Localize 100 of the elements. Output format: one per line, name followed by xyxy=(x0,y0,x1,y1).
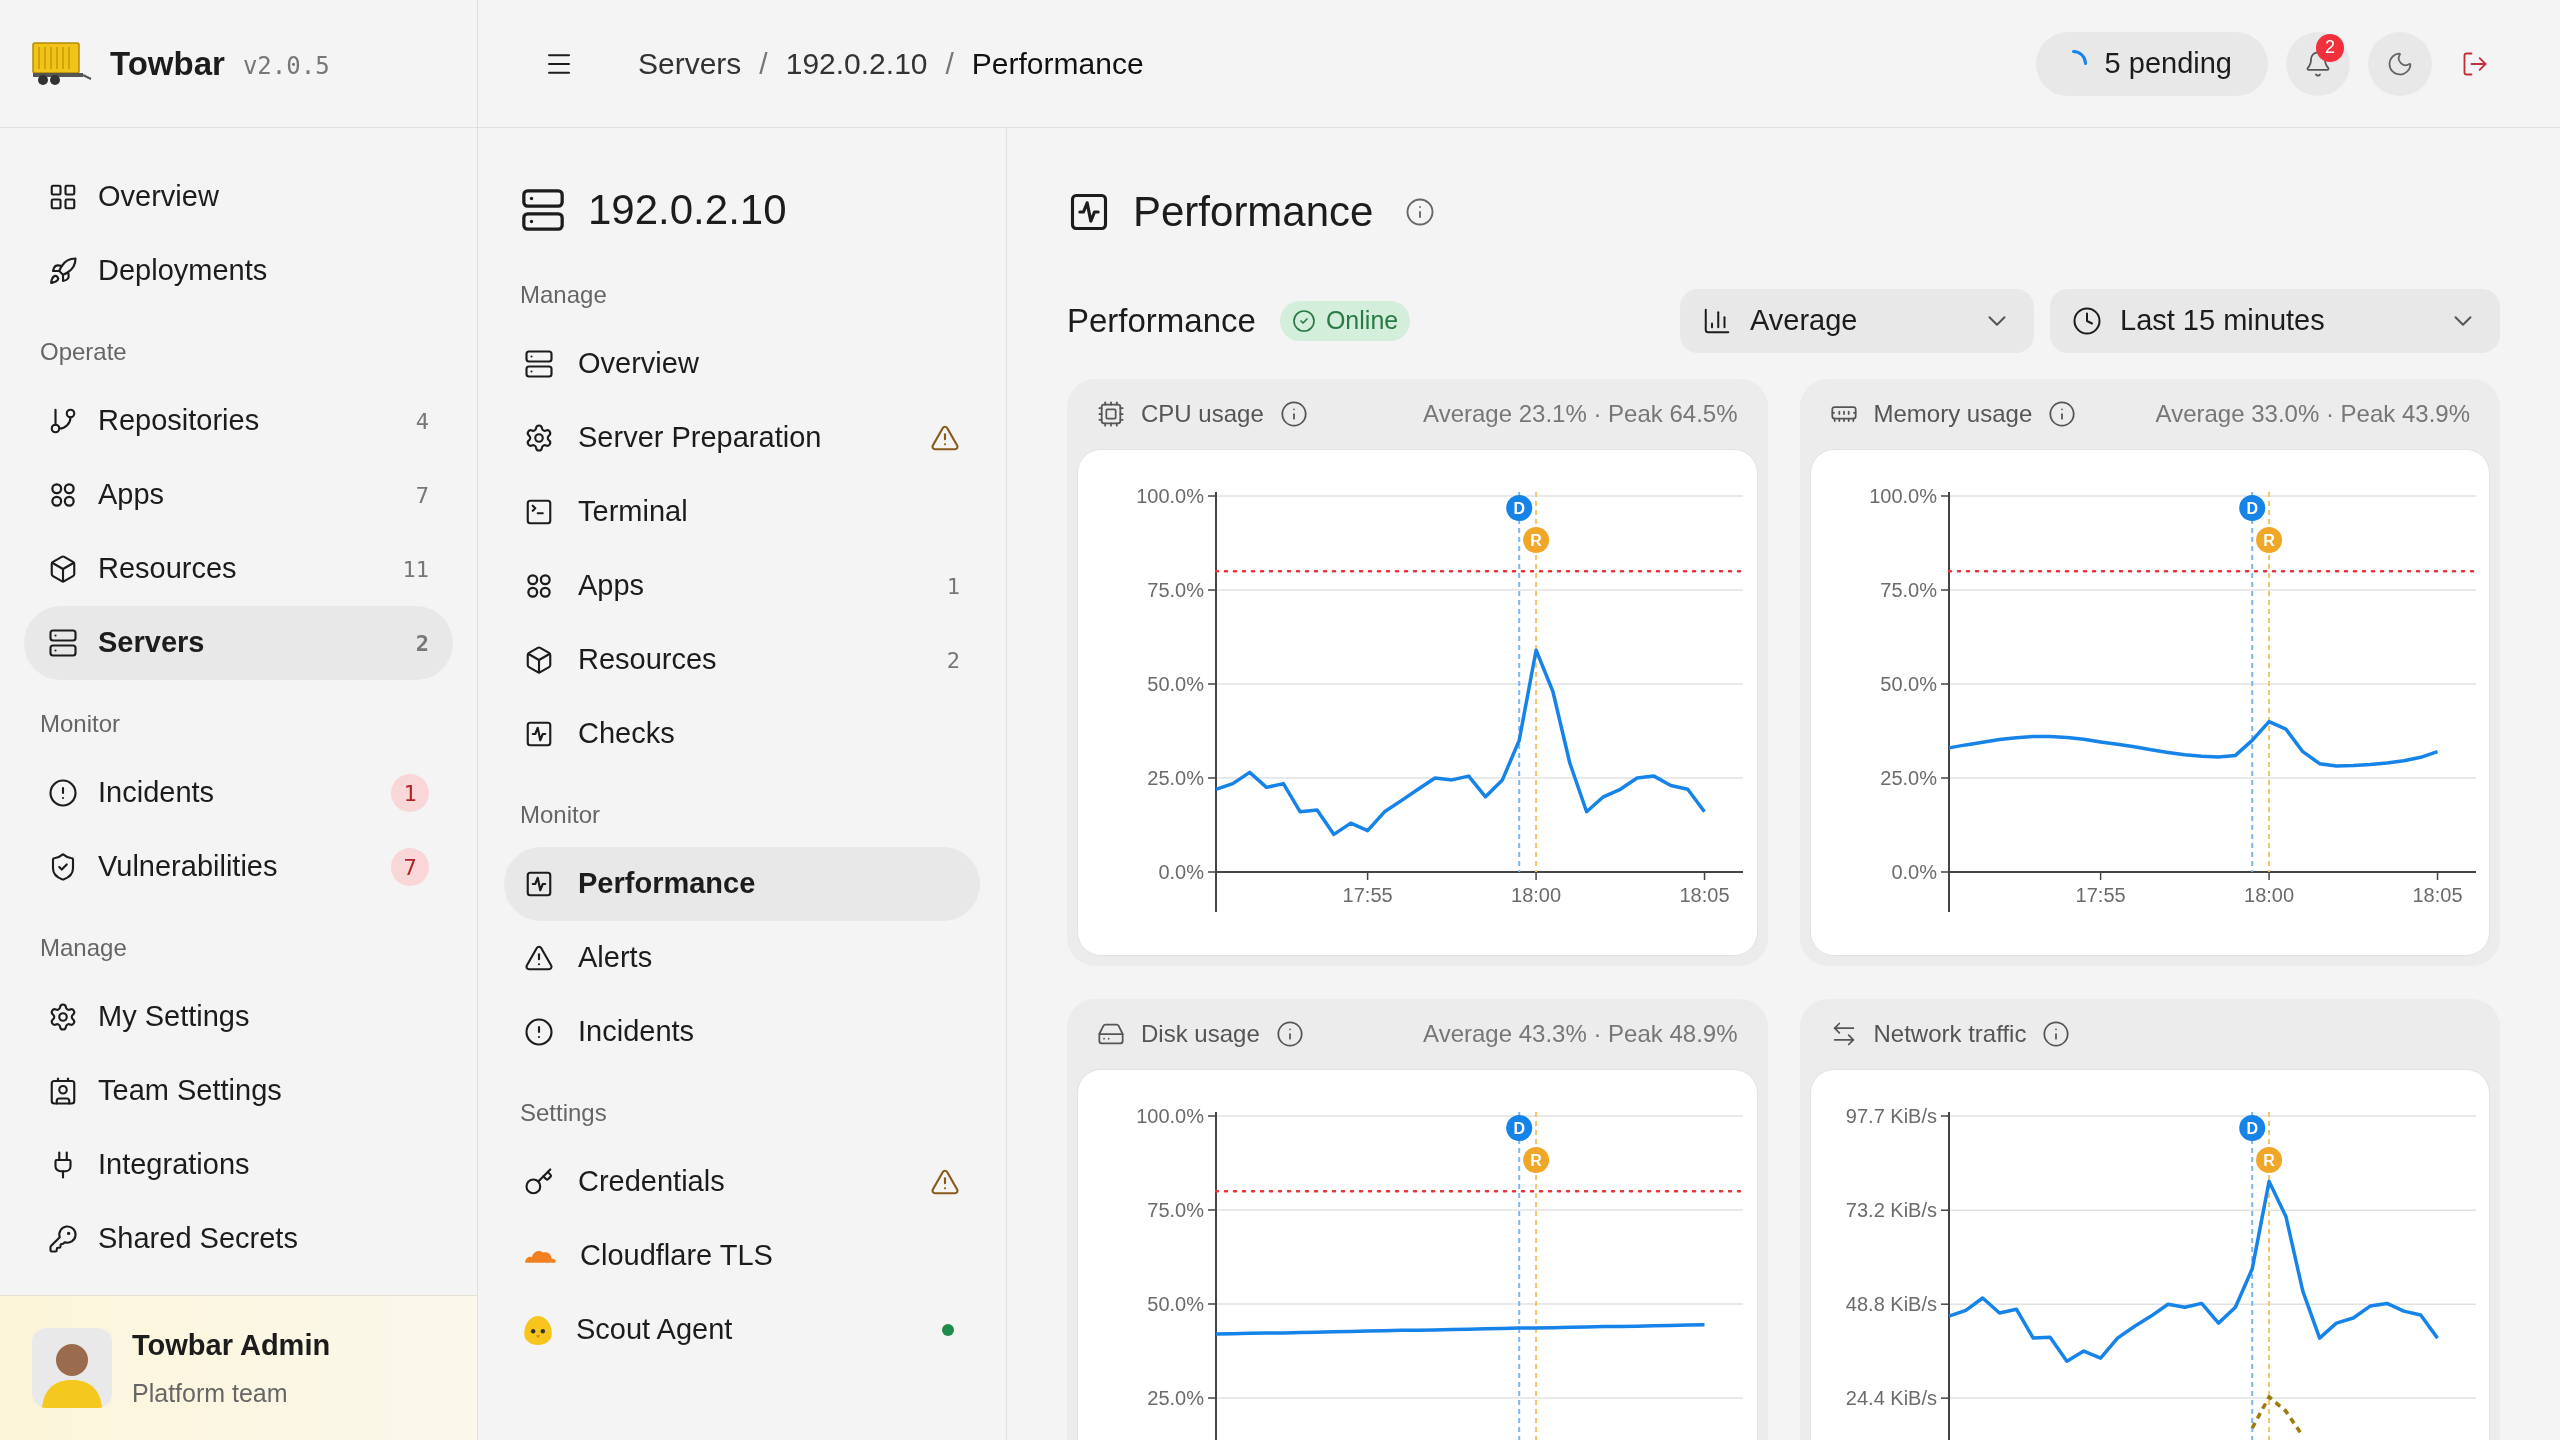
nav-item[interactable]: Credentials xyxy=(504,1145,980,1219)
axis-tick-label: 100.0% xyxy=(1136,485,1204,507)
sidebar-item[interactable]: Integrations xyxy=(24,1128,453,1202)
info-icon[interactable] xyxy=(2042,1020,2071,1048)
annotation: R xyxy=(2262,532,2275,549)
trailer-logo-icon xyxy=(32,41,92,86)
axis-tick-label: 50.0% xyxy=(1879,673,1937,695)
event-marker[interactable]: D xyxy=(1506,495,1533,521)
cube-icon xyxy=(48,554,78,584)
nav-item[interactable]: Server Preparation xyxy=(504,401,980,475)
filter-dropdown[interactable]: Last 15 minutes xyxy=(2050,289,2500,353)
axis-tick-label: 18:00 xyxy=(2243,884,2294,906)
sidebar-item[interactable]: Deployments xyxy=(24,234,453,308)
cloud-icon xyxy=(524,1248,556,1264)
axis-tick-label: 25.0% xyxy=(1147,1387,1204,1409)
sidebar-item[interactable]: Apps 7 xyxy=(24,458,453,532)
item-count: 1 xyxy=(946,572,960,601)
status-badge: Online xyxy=(1279,301,1411,341)
sidebar-item[interactable]: Overview xyxy=(24,160,453,234)
axis-tick-label: 17:55 xyxy=(2075,884,2126,906)
sidebar-item[interactable]: Team Settings xyxy=(24,1054,453,1128)
axis-tick-label: 100.0% xyxy=(1136,1105,1204,1127)
count-badge: 1 xyxy=(391,774,429,812)
nav-item[interactable]: Performance xyxy=(504,847,980,921)
nav-item[interactable]: Resources 2 xyxy=(504,623,980,697)
settings-icon xyxy=(48,1002,78,1032)
axis-tick-label: 97.7 KiB/s xyxy=(1845,1105,1937,1127)
sidebar-item[interactable]: My Settings xyxy=(24,980,453,1054)
axis-tick-label: 50.0% xyxy=(1147,673,1204,695)
annotation: R xyxy=(1530,1152,1543,1169)
section-heading: Manage xyxy=(39,933,128,963)
axis-tick-label: 75.0% xyxy=(1147,579,1204,601)
item-count: 2 xyxy=(946,646,960,675)
axis-tick-label: 24.4 KiB/s xyxy=(1845,1387,1937,1410)
info-icon[interactable] xyxy=(2048,400,2077,428)
nav-item[interactable]: Incidents xyxy=(504,995,980,1069)
breadcrumb-link[interactable]: Servers xyxy=(638,41,742,86)
axis-tick-label: 25.0% xyxy=(1879,767,1937,789)
info-icon[interactable] xyxy=(1405,196,1436,227)
sidebar-item[interactable]: Incidents 1 xyxy=(24,756,453,830)
axis-tick-label: 75.0% xyxy=(1879,579,1937,601)
axis-tick-label: 100.0% xyxy=(1868,485,1937,507)
annotation: R xyxy=(1530,532,1543,549)
section-title: Performance xyxy=(1067,301,1256,342)
key-icon xyxy=(48,1224,78,1254)
sidebar-item[interactable]: Repositories 4 xyxy=(24,384,453,458)
warning-icon xyxy=(524,943,554,973)
nav-item[interactable]: Apps 1 xyxy=(504,549,980,623)
card-title: Disk usage xyxy=(1141,1019,1260,1049)
spinner-icon xyxy=(2071,50,2087,65)
event-marker[interactable]: D xyxy=(2238,1115,2265,1141)
info-icon[interactable] xyxy=(1275,1020,1304,1048)
annotation: D xyxy=(1513,1120,1525,1137)
nav-item[interactable]: Overview xyxy=(504,327,980,401)
pending-button[interactable]: 5 pending xyxy=(2035,31,2268,96)
axis-tick-label: 50.0% xyxy=(1147,1293,1204,1315)
app-name: Towbar xyxy=(110,43,225,84)
nav-item[interactable]: Cloudflare TLS xyxy=(504,1219,980,1293)
axis-tick-label: 17:55 xyxy=(1342,884,1393,906)
info-icon[interactable] xyxy=(1279,400,1308,428)
sidebar-item[interactable]: Shared Secrets xyxy=(24,1202,453,1276)
chip-icon xyxy=(1097,400,1125,428)
breadcrumb-link[interactable]: Performance xyxy=(971,41,1144,86)
card-title: Network traffic xyxy=(1873,1019,2027,1049)
breadcrumb-link[interactable]: 192.0.2.10 xyxy=(785,41,928,86)
cube-icon xyxy=(524,645,554,675)
sidebar-item[interactable]: Servers 2 xyxy=(24,606,453,680)
section-heading: Monitor xyxy=(39,709,122,739)
user-name: Towbar Admin xyxy=(132,1327,331,1363)
nav-item[interactable]: Terminal xyxy=(504,475,980,549)
axis-tick-label: 18:00 xyxy=(1511,884,1562,906)
count-badge: 7 xyxy=(391,848,429,886)
axis-tick-label: 0.0% xyxy=(1890,861,1937,883)
section-heading: Operate xyxy=(39,337,128,367)
item-count: 4 xyxy=(415,407,429,436)
branch-icon xyxy=(48,406,78,436)
sidebar-item[interactable]: Vulnerabilities 7 xyxy=(24,830,453,904)
card-summary: Average 43.3% · Peak 48.9% xyxy=(1423,1019,1738,1049)
card-summary: Average 23.1% · Peak 64.5% xyxy=(1423,399,1738,429)
user-panel[interactable]: Towbar Admin Platform team xyxy=(0,1295,477,1440)
axis-tick-label: 48.8 KiB/s xyxy=(1845,1293,1937,1316)
user-team: Platform team xyxy=(132,1378,289,1409)
notification-badge: 2 xyxy=(2316,33,2344,62)
event-marker[interactable]: D xyxy=(1506,1115,1533,1141)
nav-item[interactable]: Checks xyxy=(504,697,980,771)
nav-item[interactable]: Scout Agent xyxy=(504,1293,980,1367)
axis-tick-label: 75.0% xyxy=(1147,1199,1204,1221)
server-icon xyxy=(520,186,566,233)
settings-icon xyxy=(524,423,554,453)
filter-dropdown[interactable]: Average xyxy=(1680,289,2034,353)
notifications-button[interactable]: 2 xyxy=(2286,31,2350,96)
nav-item[interactable]: Alerts xyxy=(504,921,980,995)
sidebar-item[interactable]: Resources 11 xyxy=(24,532,453,606)
breadcrumb-separator: / xyxy=(945,46,954,82)
page-title: Performance xyxy=(1133,187,1374,237)
circles-icon xyxy=(48,480,78,510)
chick-icon xyxy=(524,1315,552,1345)
event-marker[interactable]: D xyxy=(2238,495,2265,521)
rocket-icon xyxy=(48,256,78,286)
clock-icon xyxy=(2072,306,2102,336)
